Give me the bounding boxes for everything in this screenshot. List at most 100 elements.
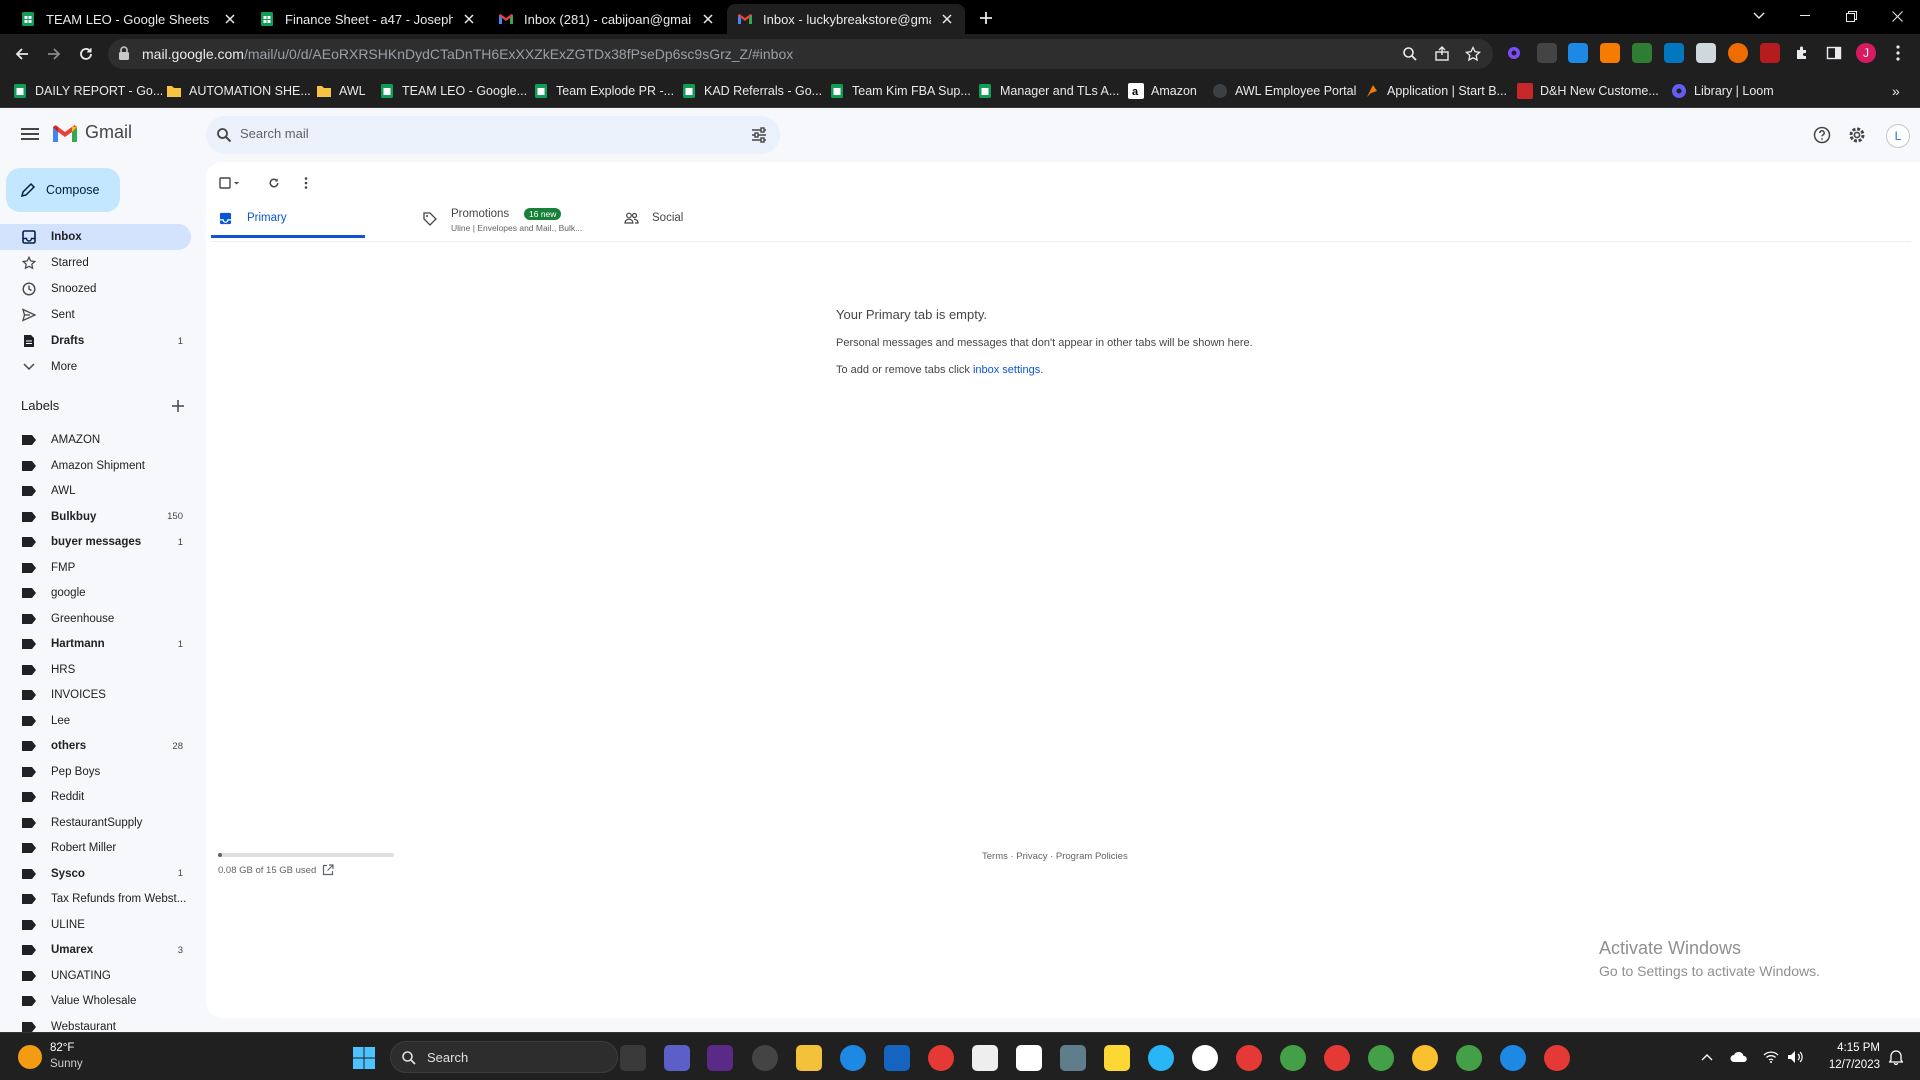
new-tab-plus-icon[interactable] <box>976 8 996 28</box>
close-icon[interactable] <box>222 11 238 27</box>
extension-image-icon[interactable] <box>1760 43 1780 63</box>
chrome-profile-icon[interactable] <box>1280 1045 1306 1071</box>
compose-button[interactable]: Compose <box>6 168 120 212</box>
bookmark-item[interactable]: DAILY REPORT - Go... <box>12 82 163 100</box>
sidebar-label-item[interactable]: Lee <box>0 708 191 734</box>
help-icon[interactable] <box>1809 122 1835 148</box>
close-icon[interactable] <box>939 11 955 27</box>
sidebar-label-item[interactable]: AMAZON <box>0 427 191 453</box>
refresh-icon[interactable] <box>262 172 286 194</box>
extension-gear-purple-icon[interactable] <box>1504 43 1524 63</box>
sidebar-label-item[interactable]: AWL <box>0 478 191 504</box>
bookmark-item[interactable]: Manager and TLs A... <box>977 82 1119 100</box>
sidebar-item-snoozed[interactable]: Snoozed <box>0 276 191 302</box>
sidebar-label-item[interactable]: Hartmann 1 <box>0 631 191 657</box>
extension-puzzle-blue-icon[interactable] <box>1568 43 1588 63</box>
task-view-icon[interactable] <box>620 1045 646 1071</box>
file-explorer-icon[interactable] <box>796 1045 822 1071</box>
sidebar-label-item[interactable]: FMP <box>0 555 191 581</box>
telegram-icon[interactable] <box>1148 1045 1174 1071</box>
teams-icon[interactable] <box>664 1045 690 1071</box>
kebab-menu-icon[interactable] <box>1888 43 1908 63</box>
sidebar-label-item[interactable]: Value Wholesale <box>0 988 191 1014</box>
chrome-profile-icon[interactable] <box>1412 1045 1438 1071</box>
taskbar-date[interactable]: 12/7/2023 <box>1812 1059 1880 1071</box>
nzxt-icon[interactable] <box>707 1045 733 1071</box>
search-options-tune-icon[interactable] <box>750 126 768 144</box>
sidebar-label-item[interactable]: Pep Boys <box>0 759 191 785</box>
tab-social[interactable]: Social <box>616 198 776 238</box>
close-icon[interactable] <box>461 11 477 27</box>
select-all-checkbox[interactable] <box>218 172 242 194</box>
bookmark-item[interactable]: D&H New Custome... <box>1517 82 1659 100</box>
sidebar-item-starred[interactable]: Starred <box>0 250 191 276</box>
bookmark-item[interactable]: Team Kim FBA Sup... <box>829 82 971 100</box>
gmail-brand-text[interactable]: Gmail <box>85 122 132 143</box>
sidebar-label-item[interactable]: Greenhouse <box>0 606 191 632</box>
sun-weather-icon[interactable] <box>18 1045 42 1069</box>
lock-icon[interactable] <box>118 46 130 61</box>
sidebar-label-item[interactable]: Umarex 3 <box>0 937 191 963</box>
onedrive-cloud-icon[interactable] <box>1730 1048 1748 1066</box>
slack-icon[interactable] <box>1192 1045 1218 1071</box>
bookmark-item[interactable]: a Amazon <box>1128 82 1197 100</box>
add-label-plus-icon[interactable] <box>170 398 186 414</box>
bookmark-item[interactable]: Application | Start B... <box>1364 82 1507 100</box>
footer-links[interactable]: Terms · Privacy · Program Policies <box>982 851 1128 862</box>
profile-avatar[interactable]: J <box>1856 43 1876 63</box>
sidebar-label-item[interactable]: ULINE <box>0 912 191 938</box>
bookmark-item[interactable]: AUTOMATION SHE... <box>166 82 311 100</box>
address-bar[interactable]: mail.google.com/mail/u/0/d/AEoRXRSHKnDyd… <box>108 39 1493 69</box>
bookmark-item[interactable]: AWL <box>316 82 366 100</box>
taskbar-search-box[interactable]: Search <box>390 1041 618 1073</box>
settings-gear-icon[interactable] <box>1844 122 1870 148</box>
sidebar-label-item[interactable]: Robert Miller <box>0 835 191 861</box>
sidebar-label-item[interactable]: buyer messages 1 <box>0 529 191 555</box>
restore-icon[interactable] <box>1828 0 1874 32</box>
stocks-app-icon[interactable] <box>1016 1045 1042 1071</box>
bookmark-item[interactable]: KAD Referrals - Go... <box>681 82 822 100</box>
sticky-notes-icon[interactable] <box>1104 1045 1130 1071</box>
tray-chevron-up-icon[interactable] <box>1698 1048 1716 1066</box>
sidebar-item-more[interactable]: More <box>0 354 191 380</box>
browser-tab-3[interactable]: Inbox (281) - cabijoan@gmail.co <box>488 4 726 34</box>
zoom-app-icon[interactable] <box>840 1045 866 1071</box>
tab-search-chevron-icon[interactable] <box>1736 0 1782 32</box>
more-vertical-icon[interactable] <box>294 172 318 194</box>
reload-icon[interactable] <box>72 40 100 68</box>
forward-arrow-icon[interactable] <box>40 40 68 68</box>
side-panel-icon[interactable] <box>1824 43 1844 63</box>
sidebar-label-item[interactable]: Bulkbuy 150 <box>0 504 191 530</box>
storage-usage-text[interactable]: 0.08 GB of 15 GB used <box>218 865 316 876</box>
weather-description[interactable]: Sunny <box>50 1058 83 1070</box>
zoom-search-icon[interactable] <box>1400 44 1420 64</box>
extension-js-icon[interactable] <box>1600 43 1620 63</box>
extension-dollar-icon[interactable] <box>1632 43 1652 63</box>
sidebar-label-item[interactable]: others 28 <box>0 733 191 759</box>
notification-bell-icon[interactable] <box>1887 1048 1905 1066</box>
bookmark-star-icon[interactable] <box>1463 44 1483 64</box>
search-input[interactable] <box>240 126 720 141</box>
sidebar-label-item[interactable]: Reddit <box>0 784 191 810</box>
sidebar-label-item[interactable]: UNGATING <box>0 963 191 989</box>
bookmark-item[interactable]: TEAM LEO - Google... <box>379 82 527 100</box>
minimize-icon[interactable] <box>1782 0 1828 32</box>
extension-off-icon[interactable] <box>1537 43 1557 63</box>
app-circle-icon[interactable] <box>752 1045 778 1071</box>
back-arrow-icon[interactable] <box>8 40 36 68</box>
bookmark-item[interactable]: Team Explode PR -... <box>533 82 674 100</box>
sidebar-label-item[interactable]: Tax Refunds from Webst... <box>0 886 191 912</box>
gmail-logo-icon[interactable] <box>52 124 78 144</box>
bookmark-item[interactable]: AWL Employee Portal <box>1212 82 1356 100</box>
bookmarks-overflow-button[interactable]: » <box>1892 82 1900 100</box>
sidebar-label-item[interactable]: INVOICES <box>0 682 191 708</box>
sidebar-item-inbox[interactable]: Inbox <box>0 224 191 250</box>
chrome-profile-icon[interactable] <box>1544 1045 1570 1071</box>
sidebar-label-item[interactable]: HRS <box>0 657 191 683</box>
inbox-settings-link[interactable]: inbox settings <box>973 364 1040 376</box>
search-bar[interactable] <box>206 116 780 154</box>
browser-tab-2[interactable]: Finance Sheet - a47 - Joseph So <box>249 4 487 34</box>
calendar-icon[interactable] <box>884 1045 910 1071</box>
external-link-icon[interactable] <box>322 864 334 876</box>
chrome-profile-icon[interactable] <box>1368 1045 1394 1071</box>
